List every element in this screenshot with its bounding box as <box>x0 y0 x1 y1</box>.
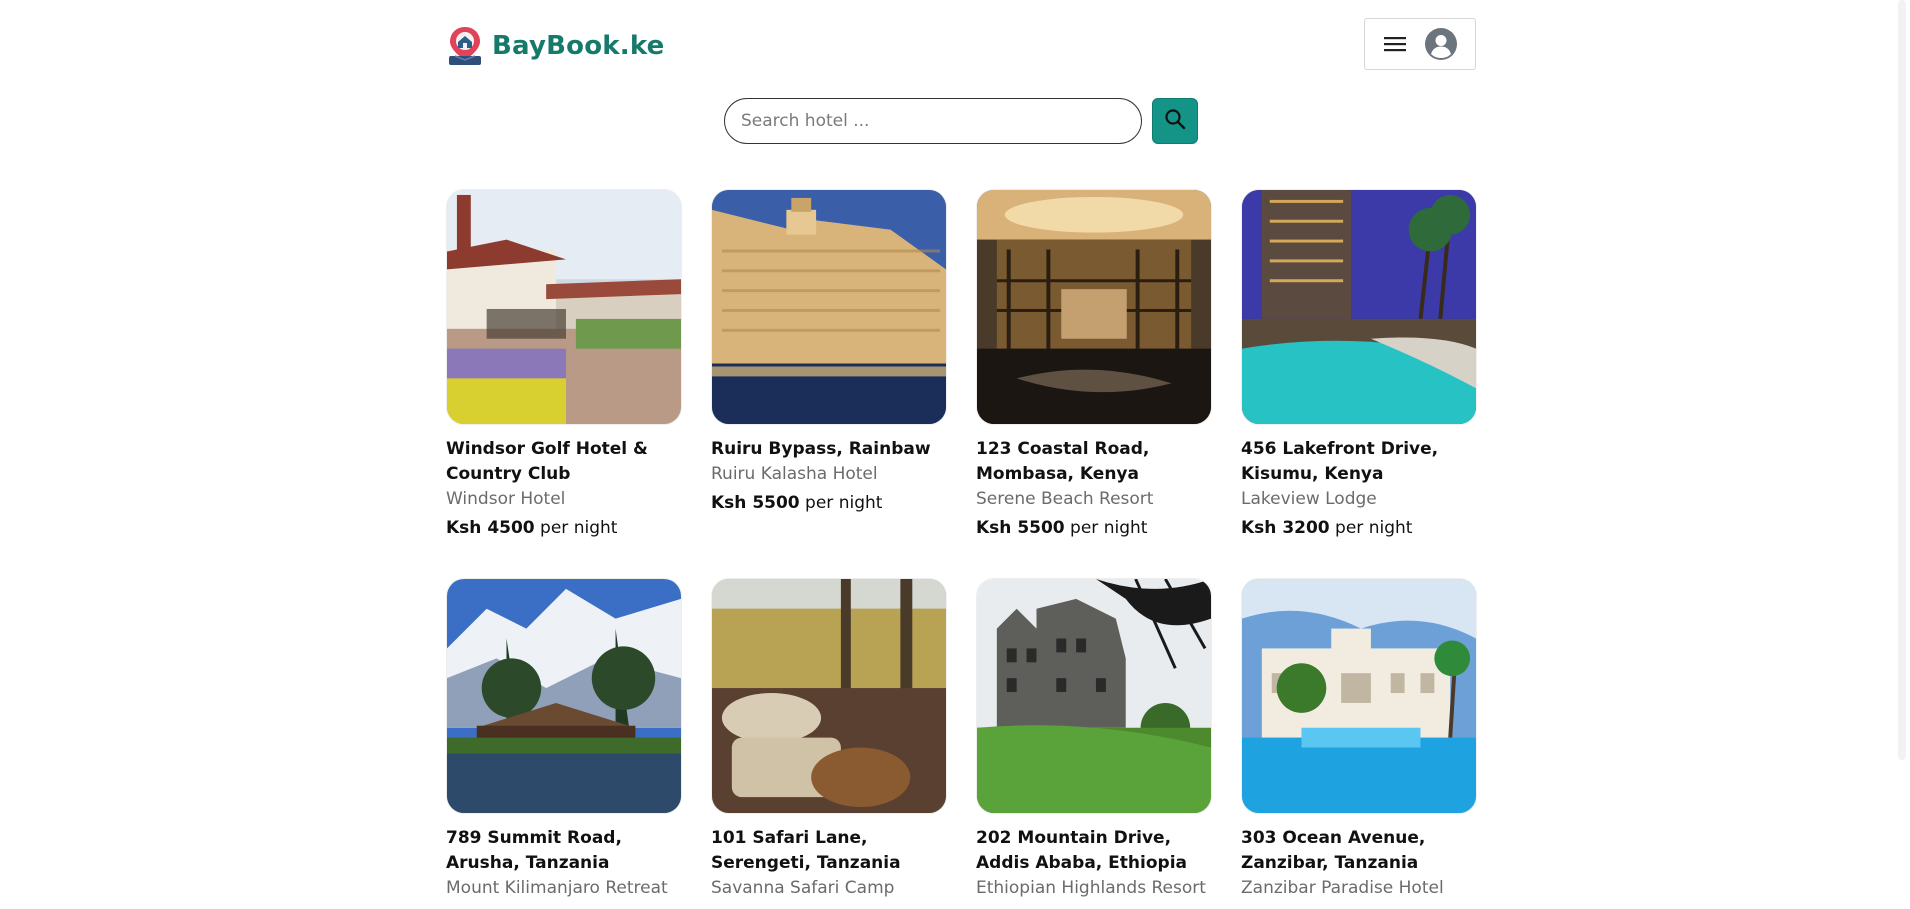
search-bar <box>724 98 1198 144</box>
hotel-card[interactable]: 202 Mountain Drive, Addis Ababa, Ethiopi… <box>976 578 1212 901</box>
hotel-card[interactable]: 789 Summit Road, Arusha, Tanzania Mount … <box>446 578 682 901</box>
hotel-address: Windsor Golf Hotel & Country Club <box>446 439 648 484</box>
brand-logo-link[interactable]: BayBook.ke <box>446 26 664 66</box>
hotel-name: Savanna Safari Camp <box>711 878 895 898</box>
hotel-name: Mount Kilimanjaro Retreat <box>446 878 668 898</box>
hotel-image[interactable] <box>976 578 1212 814</box>
hotel-card[interactable]: 101 Safari Lane, Serengeti, Tanzania Sav… <box>711 578 947 901</box>
hotel-name: Lakeview Lodge <box>1241 489 1377 509</box>
hotel-image[interactable] <box>446 578 682 814</box>
hotel-address: 101 Safari Lane, Serengeti, Tanzania <box>711 828 901 873</box>
hotel-address: 789 Summit Road, Arusha, Tanzania <box>446 828 622 873</box>
hotel-address: 456 Lakefront Drive, Kisumu, Kenya <box>1241 439 1439 484</box>
hotel-image[interactable] <box>1241 578 1477 814</box>
hotel-name: Windsor Hotel <box>446 489 566 509</box>
search-icon <box>1164 108 1186 134</box>
hotel-name: Serene Beach Resort <box>976 489 1154 509</box>
map-pin-house-icon <box>446 26 484 66</box>
page-scrollbar[interactable] <box>1895 0 1910 909</box>
scrollbar-thumb[interactable] <box>1898 0 1906 760</box>
hotel-card[interactable]: Ruiru Bypass, Rainbaw Ruiru Kalasha Hote… <box>711 189 947 516</box>
search-button[interactable] <box>1152 98 1198 144</box>
hotel-image[interactable] <box>976 189 1212 425</box>
site-header: BayBook.ke <box>446 18 1476 74</box>
hotel-address: 123 Coastal Road, Mombasa, Kenya <box>976 439 1150 484</box>
brand-name: BayBook.ke <box>492 31 665 61</box>
hotel-card[interactable]: 123 Coastal Road, Mombasa, Kenya Serene … <box>976 189 1212 541</box>
hotel-address: 202 Mountain Drive, Addis Ababa, Ethiopi… <box>976 828 1187 873</box>
account-menu-button[interactable] <box>1364 18 1476 70</box>
user-avatar-icon <box>1425 28 1457 60</box>
hotel-card[interactable]: 303 Ocean Avenue, Zanzibar, Tanzania Zan… <box>1241 578 1477 901</box>
hotel-name: Ethiopian Highlands Resort <box>976 878 1206 898</box>
hotel-address: 303 Ocean Avenue, Zanzibar, Tanzania <box>1241 828 1426 873</box>
hotel-price: Ksh 5500 per night <box>976 518 1148 538</box>
hotel-price: Ksh 3200 per night <box>1241 518 1413 538</box>
hotel-card[interactable]: Windsor Golf Hotel & Country Club Windso… <box>446 189 682 541</box>
hotel-image[interactable] <box>711 578 947 814</box>
hotel-address: Ruiru Bypass, Rainbaw <box>711 439 931 459</box>
hotel-image[interactable] <box>1241 189 1477 425</box>
hotel-image[interactable] <box>446 189 682 425</box>
hotel-card[interactable]: 456 Lakefront Drive, Kisumu, Kenya Lakev… <box>1241 189 1477 541</box>
hotel-image[interactable] <box>711 189 947 425</box>
search-input[interactable] <box>724 98 1142 144</box>
hotel-price: Ksh 4500 per night <box>446 518 618 538</box>
hamburger-icon <box>1383 34 1407 54</box>
hotel-name: Ruiru Kalasha Hotel <box>711 464 878 484</box>
hotel-name: Zanzibar Paradise Hotel <box>1241 878 1444 898</box>
hotel-price: Ksh 5500 per night <box>711 493 883 513</box>
